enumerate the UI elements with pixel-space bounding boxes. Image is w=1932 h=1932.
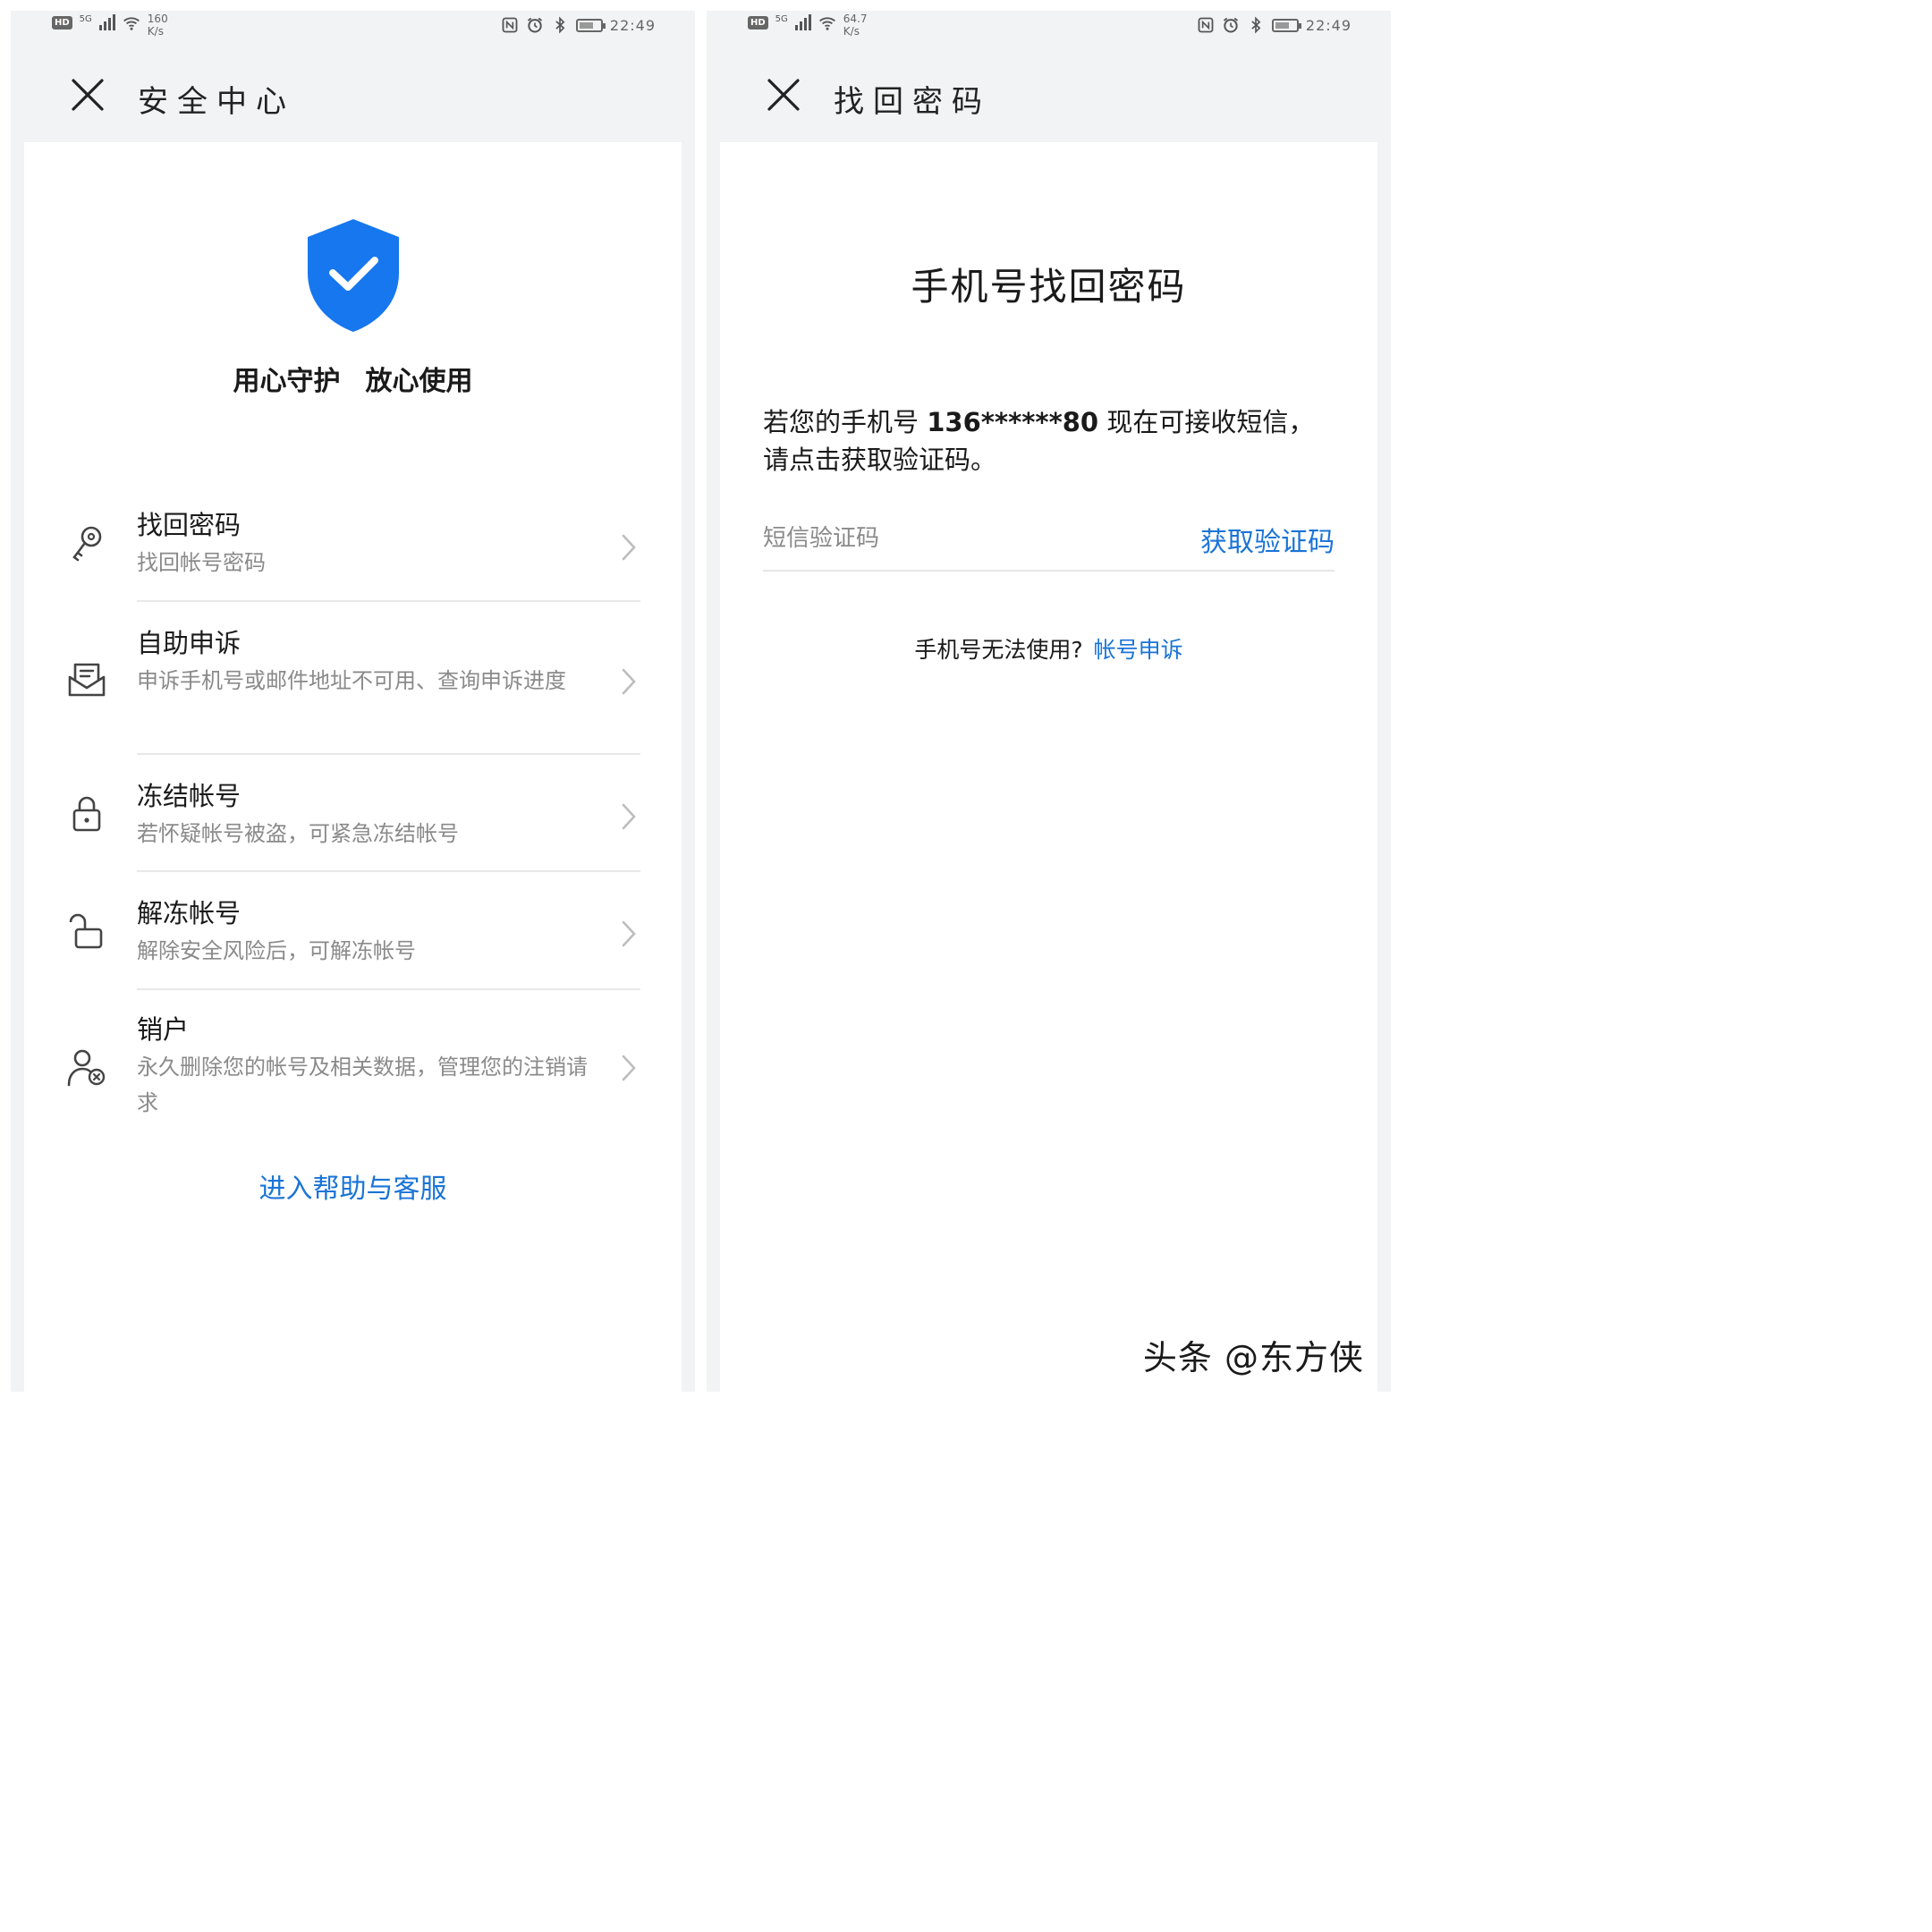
menu-item-subtitle: 若怀疑帐号被盗，可紧急冻结帐号 (137, 821, 459, 846)
chevron-right-icon (622, 534, 636, 561)
network-type: 5G (775, 14, 788, 24)
signal-icon (98, 14, 115, 30)
menu-item-title: 解冻帐号 (137, 898, 242, 928)
page-title: 安全中心 (138, 84, 295, 120)
sms-code-row: 获取验证码 (763, 516, 1335, 572)
menu-item-freeze-account[interactable]: 冻结帐号 若怀疑帐号被盗，可紧急冻结帐号 (24, 755, 682, 872)
user-remove-icon (67, 1049, 106, 1087)
menu-item-title: 找回密码 (137, 510, 242, 540)
page-title: 找回密码 (834, 84, 991, 120)
wifi-icon (123, 17, 140, 30)
nfc-icon (502, 17, 518, 33)
menu-item-subtitle: 解除安全风险后，可解冻帐号 (137, 938, 416, 963)
help-and-service-link[interactable]: 进入帮助与客服 (24, 1166, 682, 1206)
recover-card: 手机号找回密码 若您的手机号 136******80 现在可接收短信，请点击获取… (720, 142, 1377, 1392)
chevron-right-icon (622, 803, 636, 830)
watermark: 头条 @东方侠 (1142, 1338, 1364, 1377)
battery-icon (1271, 18, 1301, 32)
alarm-icon (527, 17, 542, 33)
title-bar: 找回密码 (707, 64, 1391, 127)
status-bar: HD 5G 160 K/s 22:49 (11, 11, 695, 43)
recover-description: 若您的手机号 136******80 现在可接收短信，请点击获取验证码。 (763, 407, 1315, 475)
menu-item-unfreeze-account[interactable]: 解冻帐号 解除安全风险后，可解冻帐号 (24, 872, 682, 990)
network-speed: 64.7 K/s (843, 13, 868, 38)
signal-icon (794, 14, 811, 30)
recover-heading: 手机号找回密码 (911, 265, 1187, 309)
phone-unavailable-row: 手机号无法使用? 帐号申诉 (720, 632, 1377, 665)
status-time: 22:49 (609, 16, 656, 34)
menu-item-self-appeal[interactable]: 自助申诉 申诉手机号或邮件地址不可用、查询申诉进度 (24, 602, 682, 755)
status-bar: HD 5G 64.7 K/s 22:49 (707, 11, 1391, 43)
slogan-part-2: 放心使用 (365, 366, 473, 397)
hd-badge: HD (748, 16, 768, 30)
menu-item-close-account[interactable]: 销户 永久删除您的帐号及相关数据，管理您的注销请求 (24, 990, 682, 1142)
bluetooth-icon (1251, 16, 1261, 34)
menu-item-title: 冻结帐号 (137, 781, 242, 811)
menu-item-title: 销户 (137, 1014, 190, 1045)
nfc-icon (1198, 17, 1214, 33)
menu-item-recover-password[interactable]: 找回密码 找回帐号密码 (24, 491, 682, 602)
close-icon[interactable] (764, 75, 803, 114)
masked-phone-number: 136******80 (927, 407, 1099, 437)
menu-item-title: 自助申诉 (137, 628, 242, 658)
menu-item-subtitle: 找回帐号密码 (137, 550, 266, 575)
recover-password-screen: HD 5G 64.7 K/s 22:49 找回密码 手机号找回密码 若您的手机号… (707, 11, 1391, 1392)
unlock-icon (69, 913, 103, 949)
battery-icon (575, 18, 606, 32)
phone-unavailable-text: 手机号无法使用? (914, 637, 1083, 663)
key-icon (72, 526, 102, 562)
slogan-part-1: 用心守护 (233, 366, 341, 397)
menu-item-subtitle: 申诉手机号或邮件地址不可用、查询申诉进度 (137, 668, 566, 693)
title-bar: 安全中心 (11, 64, 695, 127)
close-icon[interactable] (68, 75, 107, 114)
hd-badge: HD (52, 16, 72, 30)
get-code-button[interactable]: 获取验证码 (1200, 520, 1335, 559)
security-card: 用心守护 放心使用 找回密码 找回帐号密码 自助申诉 申诉手机号或邮件地址不可用… (24, 142, 682, 1392)
shield-check-icon (308, 219, 399, 332)
chevron-right-icon (622, 920, 636, 947)
security-center-screen: HD 5G 160 K/s 22:49 安全中心 用心守护 放心使用 找回密码 … (11, 11, 695, 1392)
chevron-right-icon (622, 668, 636, 695)
bluetooth-icon (555, 16, 565, 34)
status-time: 22:49 (1305, 16, 1352, 34)
alarm-icon (1223, 17, 1238, 33)
slogan: 用心守护 放心使用 (24, 359, 682, 398)
security-menu: 找回密码 找回帐号密码 自助申诉 申诉手机号或邮件地址不可用、查询申诉进度 冻结… (24, 491, 682, 1142)
network-type: 5G (79, 14, 92, 24)
network-speed: 160 K/s (147, 13, 168, 38)
lock-icon (72, 796, 101, 832)
chevron-right-icon (622, 1055, 636, 1081)
wifi-icon (818, 17, 835, 30)
input-underline (763, 570, 1335, 572)
mail-icon (68, 663, 106, 697)
account-appeal-link[interactable]: 帐号申诉 (1094, 637, 1183, 663)
menu-item-subtitle: 永久删除您的帐号及相关数据，管理您的注销请求 (137, 1055, 588, 1115)
sms-code-input[interactable] (763, 516, 1139, 561)
